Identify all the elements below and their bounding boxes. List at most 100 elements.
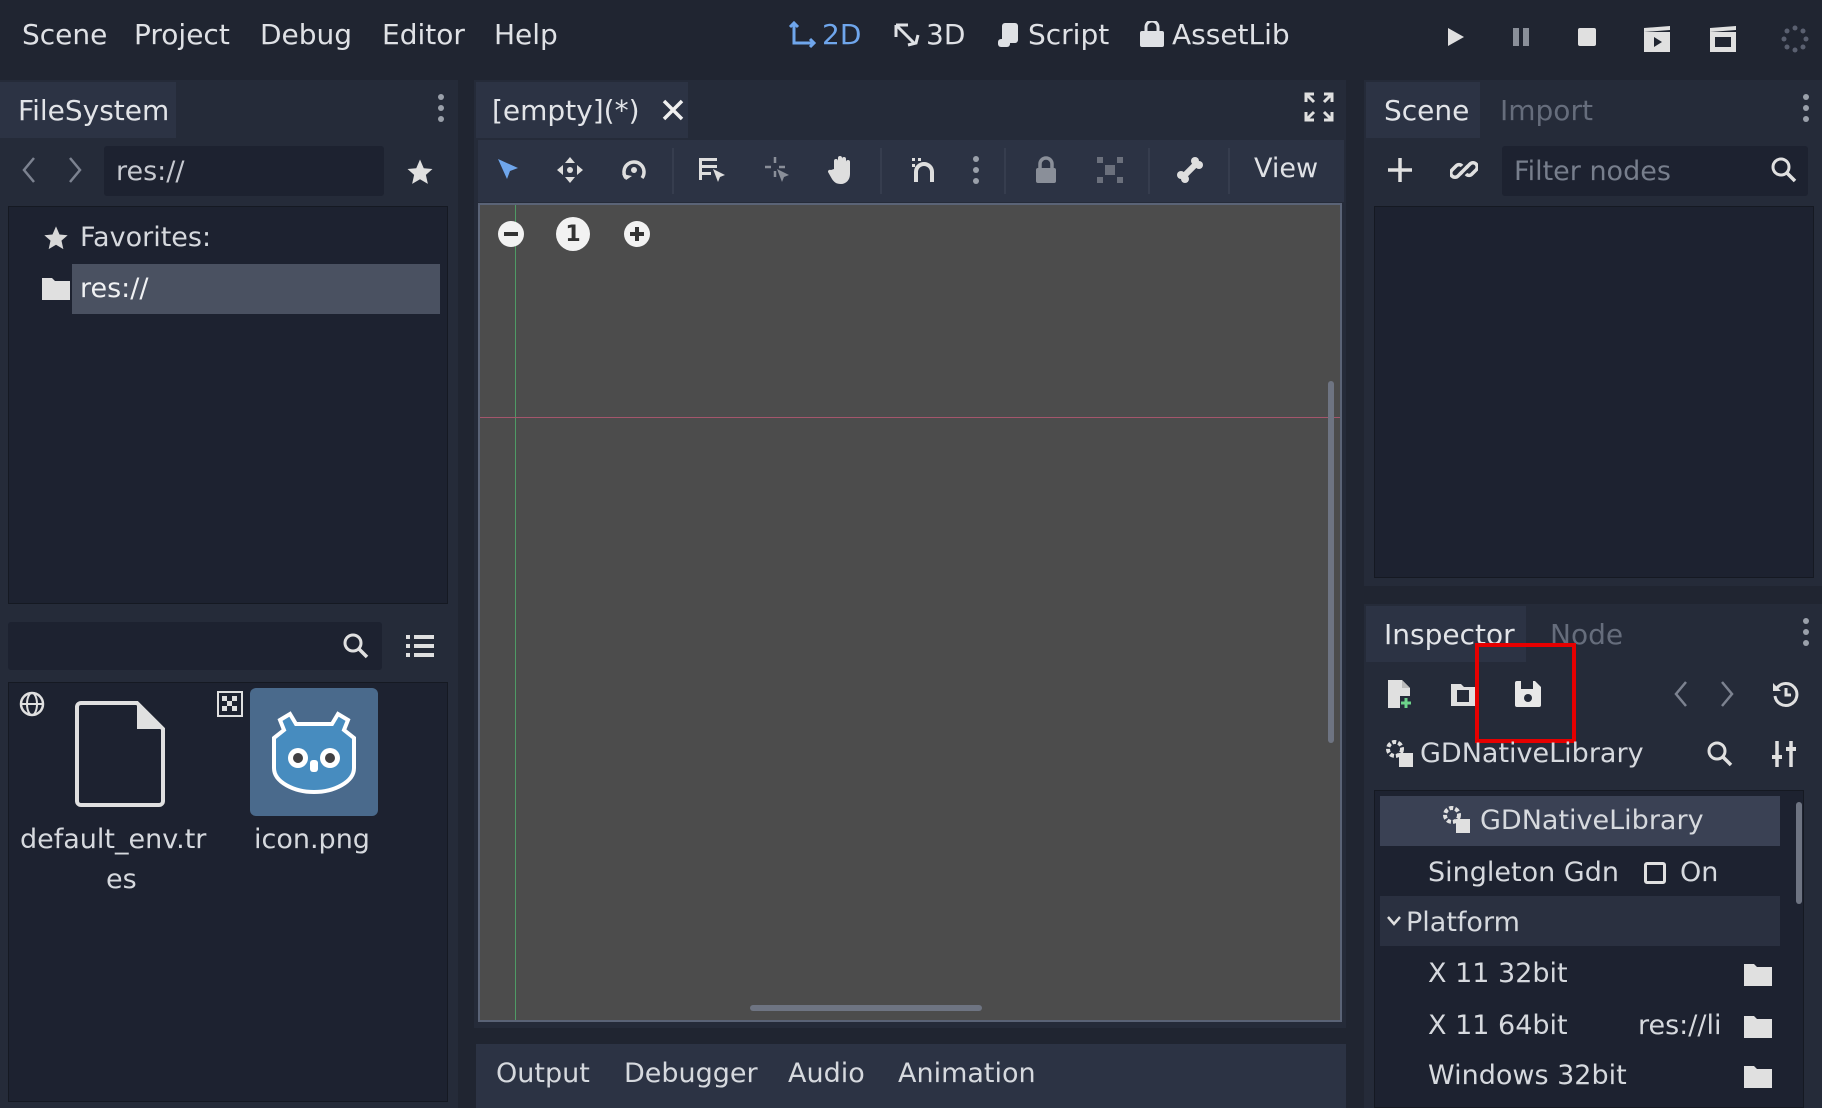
godot-logo-icon bbox=[260, 700, 368, 804]
tab-scene[interactable]: Scene bbox=[1366, 82, 1480, 138]
bone-icon[interactable] bbox=[1172, 152, 1208, 188]
file-item-default-env[interactable]: default_env.tr es bbox=[14, 686, 220, 916]
viewport-hscrollbar[interactable] bbox=[750, 1005, 982, 1011]
property-search-icon[interactable] bbox=[1702, 736, 1738, 772]
tab-filesystem[interactable]: FileSystem bbox=[0, 82, 176, 138]
save-button-highlight bbox=[1475, 643, 1576, 743]
platform-group-label: Platform bbox=[1406, 907, 1520, 938]
y-axis-line bbox=[515, 205, 516, 1020]
history-back-icon[interactable] bbox=[1666, 676, 1696, 712]
mode-script-label: Script bbox=[1028, 18, 1110, 51]
search-icon bbox=[338, 628, 374, 664]
section-class-icon bbox=[1440, 802, 1474, 838]
image-checker-icon bbox=[214, 688, 246, 720]
filesystem-path-field[interactable]: res:// bbox=[104, 146, 384, 196]
zoom-reset-label: 1 bbox=[565, 221, 581, 247]
add-node-icon[interactable] bbox=[1382, 152, 1418, 188]
nav-back-icon[interactable] bbox=[16, 152, 42, 188]
toolbar-separator-4 bbox=[1148, 148, 1150, 194]
globe-icon bbox=[16, 688, 48, 720]
tab-audio[interactable]: Audio bbox=[788, 1058, 865, 1089]
folder-browse-icon[interactable] bbox=[1740, 956, 1776, 992]
lock-icon[interactable] bbox=[1028, 152, 1064, 188]
tab-output[interactable]: Output bbox=[496, 1058, 590, 1089]
menu-help[interactable]: Help bbox=[494, 18, 558, 51]
tab-import[interactable]: Import bbox=[1500, 82, 1593, 138]
menu-editor[interactable]: Editor bbox=[382, 18, 465, 51]
singleton-checkbox[interactable] bbox=[1644, 862, 1666, 884]
folder-browse-icon-3[interactable] bbox=[1740, 1058, 1776, 1094]
singleton-property-label: Singleton Gdn bbox=[1428, 857, 1619, 888]
folder-icon bbox=[40, 272, 72, 304]
list-select-icon[interactable] bbox=[694, 152, 730, 188]
singleton-value-label: On bbox=[1680, 857, 1719, 888]
toolbar-separator-3 bbox=[1004, 148, 1006, 194]
tab-animation[interactable]: Animation bbox=[898, 1058, 1036, 1089]
object-history-icon[interactable] bbox=[1768, 676, 1804, 712]
mode-3d-button[interactable]: 3D bbox=[892, 18, 965, 51]
history-forward-icon[interactable] bbox=[1712, 676, 1742, 712]
filter-nodes-input[interactable]: Filter nodes bbox=[1502, 146, 1808, 196]
mode-2d-button[interactable]: 2D bbox=[788, 18, 861, 51]
favorites-label: Favorites: bbox=[80, 222, 212, 253]
distraction-free-icon[interactable] bbox=[1302, 90, 1336, 124]
select-tool-icon[interactable] bbox=[490, 152, 526, 188]
tab-import-label: Import bbox=[1500, 93, 1593, 127]
move-tool-icon[interactable] bbox=[552, 152, 588, 188]
favorite-star-icon[interactable] bbox=[402, 154, 438, 190]
file-name-line2: es bbox=[106, 864, 137, 895]
pause-icon[interactable] bbox=[1506, 22, 1536, 52]
list-view-icon[interactable] bbox=[402, 628, 438, 664]
stop-icon[interactable] bbox=[1572, 22, 1602, 52]
mode-3d-label: 3D bbox=[926, 18, 966, 51]
new-resource-icon[interactable] bbox=[1382, 676, 1418, 712]
menu-scene[interactable]: Scene bbox=[22, 18, 107, 51]
scene-dock-menu-icon[interactable] bbox=[1796, 90, 1816, 126]
section-class-label: GDNativeLibrary bbox=[1480, 805, 1704, 836]
viewport-vscrollbar[interactable] bbox=[1328, 381, 1334, 743]
nav-forward-icon[interactable] bbox=[62, 152, 88, 188]
inspector-scrollbar[interactable] bbox=[1796, 802, 1802, 904]
snap-options-icon[interactable] bbox=[966, 150, 986, 190]
close-tab-icon[interactable] bbox=[662, 99, 684, 121]
zoom-out-icon[interactable] bbox=[494, 217, 528, 251]
zoom-in-icon[interactable] bbox=[620, 217, 654, 251]
file-item-icon-png[interactable] bbox=[250, 688, 378, 816]
menu-project[interactable]: Project bbox=[134, 18, 230, 51]
file-document-icon bbox=[66, 698, 176, 810]
play-icon[interactable] bbox=[1440, 22, 1470, 52]
play-custom-scene-icon[interactable] bbox=[1706, 22, 1740, 56]
inspector-menu-icon[interactable] bbox=[1796, 614, 1816, 650]
folder-browse-icon-2[interactable] bbox=[1740, 1008, 1776, 1044]
viewport-2d[interactable]: 1 bbox=[478, 203, 1342, 1022]
tab-scene-label: Scene bbox=[1384, 93, 1470, 127]
filesystem-menu-icon[interactable] bbox=[428, 90, 454, 126]
toolbar-separator-2 bbox=[880, 148, 882, 194]
file-name-icon-png: icon.png bbox=[254, 824, 370, 855]
tab-filesystem-label: FileSystem bbox=[18, 93, 170, 127]
play-scene-icon[interactable] bbox=[1640, 22, 1674, 56]
tab-empty-scene[interactable]: [empty](*) bbox=[476, 82, 688, 138]
chevron-down-icon bbox=[1384, 906, 1404, 936]
menu-debug[interactable]: Debug bbox=[260, 18, 352, 51]
instance-link-icon[interactable] bbox=[1446, 152, 1482, 188]
pivot-tool-icon[interactable] bbox=[760, 152, 796, 188]
file-name-line1: default_env.tr bbox=[20, 824, 207, 855]
snap-magnet-icon[interactable] bbox=[906, 152, 942, 188]
view-menu-button[interactable]: View bbox=[1254, 153, 1318, 184]
file-search-input[interactable] bbox=[8, 622, 382, 670]
pan-hand-icon[interactable] bbox=[824, 152, 860, 188]
2d-axis-icon bbox=[788, 20, 816, 48]
group-icon[interactable] bbox=[1092, 152, 1128, 188]
tab-debugger[interactable]: Debugger bbox=[624, 1058, 758, 1089]
zoom-reset-button[interactable]: 1 bbox=[556, 217, 590, 251]
rotate-tool-icon[interactable] bbox=[616, 152, 652, 188]
mode-script-button[interactable]: Script bbox=[996, 18, 1109, 51]
property-x11-32-label: X 11 32bit bbox=[1428, 958, 1568, 989]
mode-assetlib-button[interactable]: AssetLib bbox=[1138, 18, 1290, 51]
property-x11-64-value[interactable]: res://li bbox=[1638, 1010, 1721, 1041]
property-x11-64-label: X 11 64bit bbox=[1428, 1010, 1568, 1041]
loading-spinner-icon bbox=[1778, 22, 1812, 56]
assetlib-bag-icon bbox=[1140, 20, 1164, 47]
object-tools-icon[interactable] bbox=[1766, 736, 1802, 772]
